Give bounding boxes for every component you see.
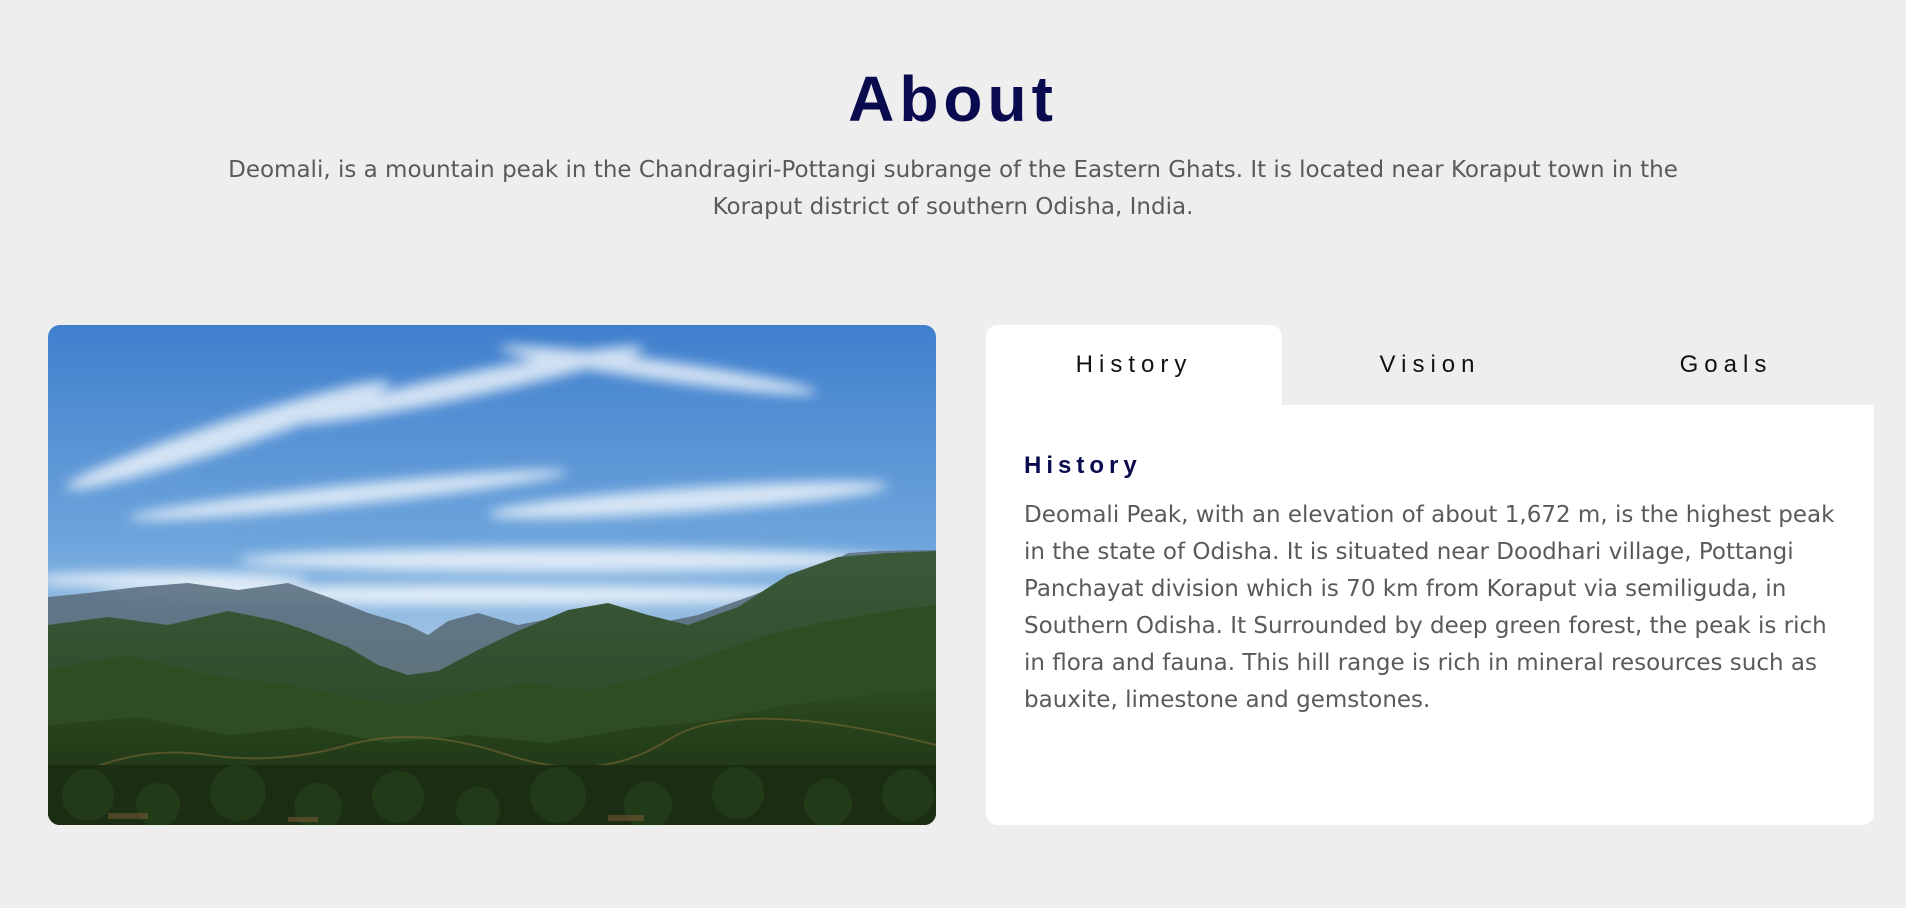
tab-history[interactable]: History xyxy=(986,325,1282,405)
tab-bar: History Vision Goals xyxy=(986,325,1874,405)
mountain-landscape-image xyxy=(48,325,936,825)
landscape-illustration xyxy=(48,325,936,825)
tab-panel-history: History Deomali Peak, with an elevation … xyxy=(986,405,1874,825)
tab-vision[interactable]: Vision xyxy=(1282,325,1578,405)
section-title: About xyxy=(848,63,1058,135)
panel-body-text: Deomali Peak, with an elevation of about… xyxy=(1024,502,1835,713)
tab-goals[interactable]: Goals xyxy=(1578,325,1874,405)
section-description: Deomali, is a mountain peak in the Chand… xyxy=(228,157,1678,220)
panel-heading: History xyxy=(1024,452,1142,479)
